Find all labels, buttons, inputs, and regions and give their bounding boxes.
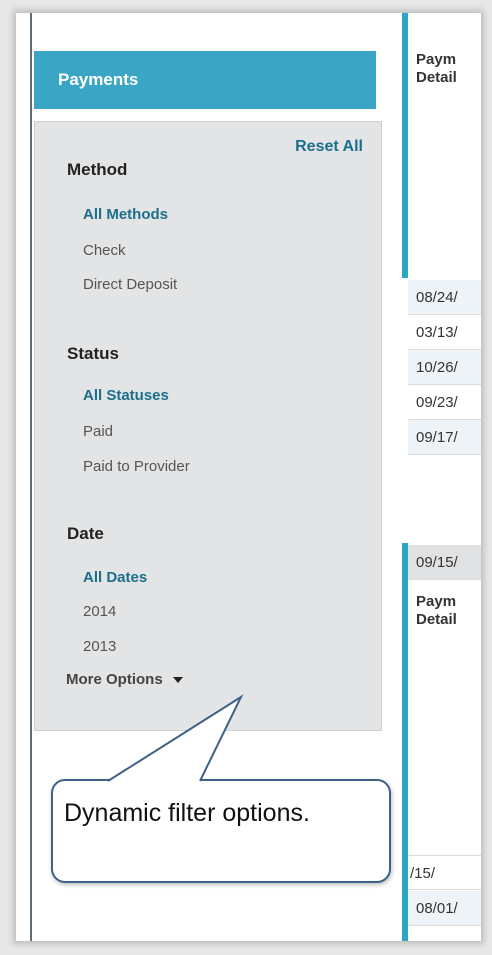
- callout-text: Dynamic filter options.: [64, 799, 310, 827]
- app-frame: Payments Reset All Method All Methods Ch…: [16, 13, 481, 941]
